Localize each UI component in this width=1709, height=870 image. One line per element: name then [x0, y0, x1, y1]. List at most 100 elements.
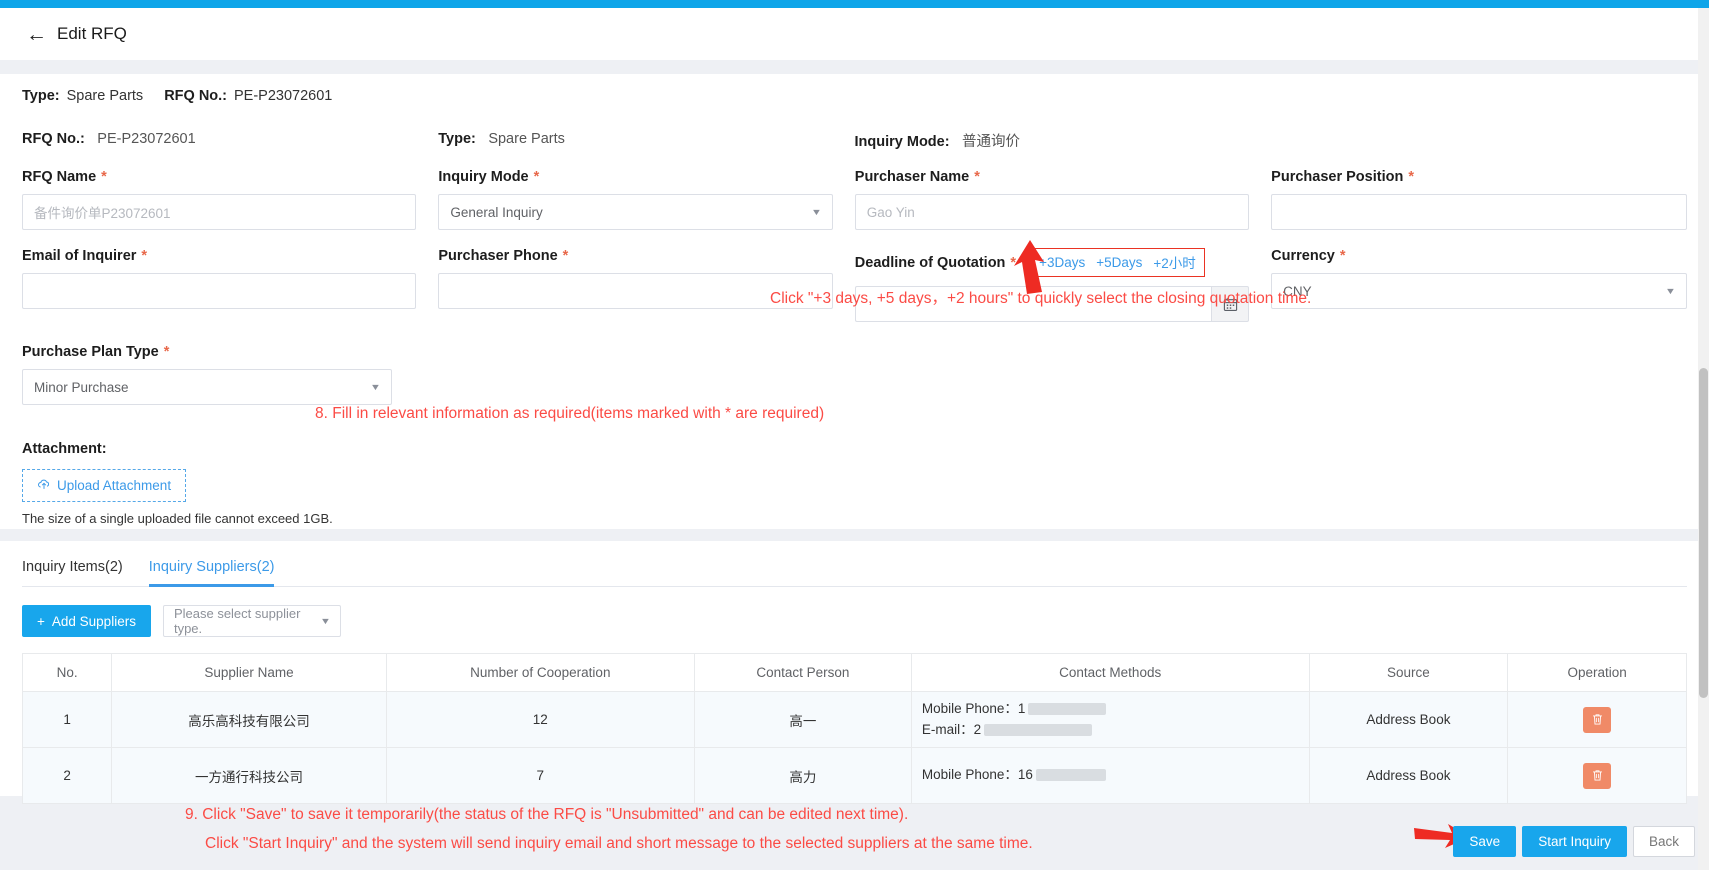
cell-cooperation: 7 [385, 747, 695, 804]
rfq-form-card: Type: Spare Parts RFQ No.: PE-P23072601 … [0, 74, 1709, 529]
purchaser-phone-input[interactable] [438, 273, 833, 309]
purchase-plan-type-select[interactable]: Minor Purchase ▼ [22, 369, 392, 405]
email-inquirer-required-star: * [141, 248, 148, 264]
purchaser-phone-label: Purchaser Phone * [438, 248, 832, 264]
column-contact-person: Contact Person [693, 653, 912, 692]
cell-contact-methods: Mobile Phone：1 E-mail：2 [910, 691, 1310, 748]
cell-contact-person: 高力 [693, 747, 912, 804]
table-row: 1 高乐高科技有限公司 12 高一 Mobile Phone：1 E-mail：… [21, 691, 1687, 748]
trash-icon[interactable] [1583, 706, 1612, 733]
purchaser-phone-required-star: * [562, 248, 569, 264]
deadline-label-text: Deadline of Quotation [854, 254, 1006, 271]
inquiry-mode-select[interactable]: General Inquiry ▼ [438, 194, 833, 230]
cell-no: 1 [21, 691, 113, 748]
rfq-summary: Type: Spare Parts RFQ No.: PE-P23072601 [22, 88, 1687, 104]
field-inquiry-mode: Inquiry Mode * General Inquiry ▼ [438, 169, 854, 230]
currency-label-text: Currency [1271, 248, 1335, 264]
purchaser-name-input[interactable]: Gao Yin [854, 194, 1250, 230]
page-title: Edit RFQ [57, 24, 127, 43]
field-purchaser-name: Purchaser Name * Gao Yin [854, 169, 1271, 230]
deadline-input[interactable] [854, 286, 1212, 322]
form-row-2: Email of Inquirer * Purchaser Phone * De… [22, 248, 1687, 322]
arrow-left-icon[interactable]: ← [26, 24, 47, 45]
column-operation: Operation [1507, 653, 1687, 692]
summary-rfqno-value: PE-P23072601 [234, 88, 333, 104]
deadline-label: Deadline of Quotation * +3Days +5Days +2… [855, 248, 1249, 277]
purchaser-position-required-star: * [1408, 169, 1414, 185]
quick-5days-link[interactable]: +5Days [1096, 255, 1142, 270]
field-currency: Currency * CNY ▼ [1271, 248, 1687, 322]
footer-actions: Save Start Inquiry Back [1453, 826, 1695, 857]
static-rfq-no-label: RFQ No.: [22, 131, 85, 147]
start-inquiry-button[interactable]: Start Inquiry [1522, 826, 1627, 857]
rfq-name-required-star: * [101, 169, 107, 185]
add-suppliers-label: Add Suppliers [51, 613, 136, 629]
annotation-step-9-line-2: Click "Start Inquiry" and the system wil… [205, 835, 1033, 852]
column-number-of-cooperation: Number of Cooperation [385, 653, 695, 692]
upload-attachment-button[interactable]: Upload Attachment [22, 469, 187, 502]
annotation-step-9-line-1: 9. Click "Save" to save it temporarily(t… [185, 806, 909, 823]
summary-rfqno-label: RFQ No.: [164, 88, 228, 104]
back-button[interactable]: Back [1632, 826, 1695, 857]
page-scrollbar[interactable] [1698, 8, 1709, 870]
quick-deadline-group: +3Days +5Days +2小时 [1030, 248, 1205, 277]
purchaser-position-label: Purchaser Position * [1271, 169, 1687, 185]
summary-type-value: Spare Parts [66, 88, 144, 104]
suppliers-table: No. Supplier Name Number of Cooperation … [21, 653, 1687, 804]
currency-select[interactable]: CNY ▼ [1271, 273, 1687, 309]
field-deadline: Deadline of Quotation * +3Days +5Days +2… [854, 248, 1271, 322]
save-button[interactable]: Save [1453, 826, 1517, 857]
cell-operation [1507, 747, 1687, 804]
add-suppliers-button[interactable]: + Add Suppliers [22, 605, 151, 637]
field-rfq-name: RFQ Name * 备件询价单P23072601 [22, 169, 438, 230]
cell-supplier-name: 高乐高科技有限公司 [111, 691, 387, 748]
purchaser-name-required-star: * [974, 169, 980, 185]
redaction-bar [1035, 769, 1106, 782]
contact-mobile-line: Mobile Phone：16 [922, 765, 1299, 786]
chevron-down-icon: ▼ [1664, 286, 1677, 296]
trash-icon[interactable] [1583, 762, 1612, 789]
static-inquiry-mode-label: Inquiry Mode: [854, 134, 950, 150]
chevron-down-icon: ▼ [319, 616, 332, 626]
static-info-row: RFQ No.: PE-P23072601 Type: Spare Parts … [22, 130, 1687, 159]
column-supplier-name: Supplier Name [111, 653, 387, 692]
cell-contact-methods: Mobile Phone：16 [910, 747, 1310, 804]
cell-supplier-name: 一方通行科技公司 [111, 747, 387, 804]
supplier-type-select[interactable]: Please select supplier type. ▼ [162, 605, 341, 637]
quick-2hours-link[interactable]: +2小时 [1153, 252, 1195, 272]
tab-inquiry-items[interactable]: Inquiry Items(2) [22, 559, 123, 586]
cell-cooperation: 12 [385, 691, 695, 748]
purchaser-position-input[interactable] [1271, 194, 1687, 230]
purchase-plan-type-label: Purchase Plan Type * [22, 344, 427, 360]
calendar-icon[interactable] [1211, 286, 1250, 322]
field-purchaser-phone: Purchaser Phone * [438, 248, 854, 322]
email-value: 2 [973, 721, 982, 737]
scrollbar-thumb[interactable] [1699, 368, 1708, 698]
purchaser-name-label: Purchaser Name * [855, 169, 1249, 185]
suppliers-card: Inquiry Items(2) Inquiry Suppliers(2) + … [0, 541, 1709, 804]
email-inquirer-label: Email of Inquirer * [22, 248, 416, 264]
email-label: E-mail： [921, 721, 974, 737]
tab-inquiry-suppliers[interactable]: Inquiry Suppliers(2) [148, 559, 274, 587]
column-source: Source [1308, 653, 1509, 692]
static-type: Type: Spare Parts [438, 130, 854, 151]
rfq-name-input[interactable]: 备件询价单P23072601 [22, 194, 417, 230]
deadline-datepicker[interactable] [854, 286, 1250, 322]
purchase-plan-type-label-text: Purchase Plan Type [22, 344, 159, 360]
page-root: ← Edit RFQ Type: Spare Parts RFQ No.: PE… [0, 0, 1709, 870]
email-inquirer-input[interactable] [22, 273, 417, 309]
quick-3days-link[interactable]: +3Days [1039, 255, 1085, 270]
email-inquirer-label-text: Email of Inquirer [22, 248, 137, 264]
mobile-value: 1 [1017, 700, 1026, 716]
cell-operation [1507, 691, 1687, 748]
cell-no: 2 [21, 747, 113, 804]
cell-source: Address Book [1308, 691, 1509, 748]
attachment-label: Attachment: [22, 441, 107, 457]
deadline-required-star: * [1010, 254, 1017, 271]
contact-mobile-line: Mobile Phone：1 [922, 699, 1299, 720]
purchaser-position-label-text: Purchaser Position [1271, 169, 1404, 185]
static-type-value: Spare Parts [488, 131, 565, 147]
upload-size-note: The size of a single uploaded file canno… [22, 511, 333, 526]
currency-value: CNY [1283, 283, 1312, 299]
redaction-bar [1028, 703, 1107, 716]
